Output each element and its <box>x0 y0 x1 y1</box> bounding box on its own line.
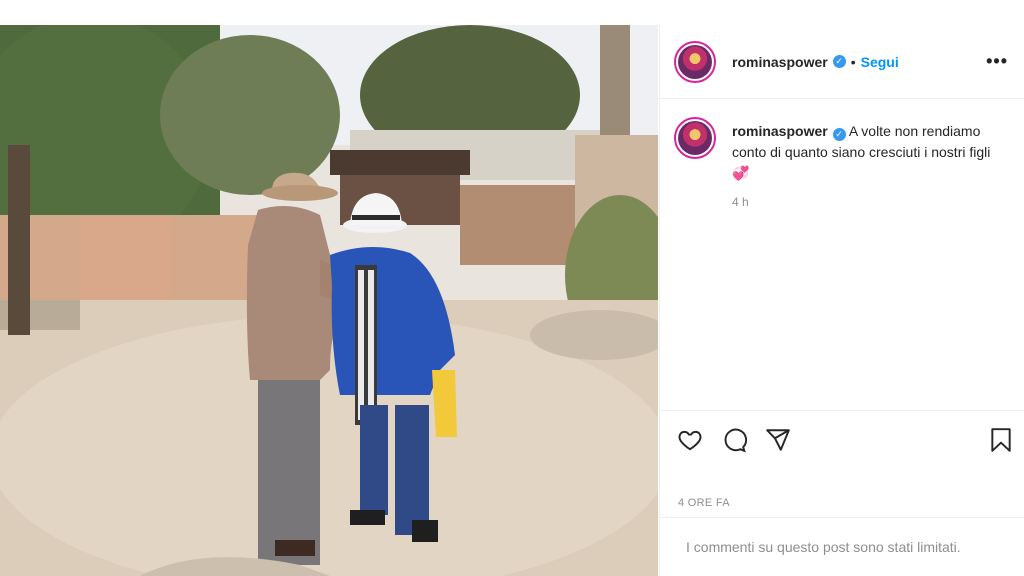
caption-username-link[interactable]: rominaspower <box>732 123 828 139</box>
two-hearts-emoji-icon: 💞 <box>732 165 750 181</box>
username-link[interactable]: rominaspower <box>732 54 828 70</box>
avatar-image <box>678 44 712 79</box>
photo-scene <box>0 25 658 576</box>
paper-plane-icon[interactable] <box>764 426 792 454</box>
action-bar <box>660 410 1024 468</box>
avatar[interactable] <box>674 40 716 83</box>
caption: rominaspower ✓ A volte non rendiamo conto… <box>660 99 1024 213</box>
post-panel: rominaspower ✓ • Segui ••• rominaspower ✓… <box>659 25 1024 576</box>
separator-dot: • <box>850 53 856 70</box>
caption-avatar[interactable] <box>674 117 716 159</box>
comments-limited-notice: I commenti su questo post sono stati lim… <box>660 517 1024 576</box>
caption-body: rominaspower ✓ A volte non rendiamo conto… <box>732 121 1010 213</box>
comment-icon[interactable] <box>720 426 748 454</box>
caption-verified-badge-icon: ✓ <box>832 128 846 141</box>
post-photo[interactable] <box>0 25 658 576</box>
verified-badge-icon: ✓ <box>832 55 846 68</box>
caption-timestamp[interactable]: 4 h <box>732 192 1010 213</box>
bookmark-icon[interactable] <box>987 426 1015 454</box>
more-options-icon[interactable]: ••• <box>986 51 1008 72</box>
caption-avatar-image <box>678 121 712 155</box>
heart-icon[interactable] <box>676 426 704 454</box>
follow-button[interactable]: Segui <box>861 54 899 70</box>
post-header: rominaspower ✓ • Segui ••• <box>660 25 1024 99</box>
post-date[interactable]: 4 ORE FA <box>678 497 730 509</box>
